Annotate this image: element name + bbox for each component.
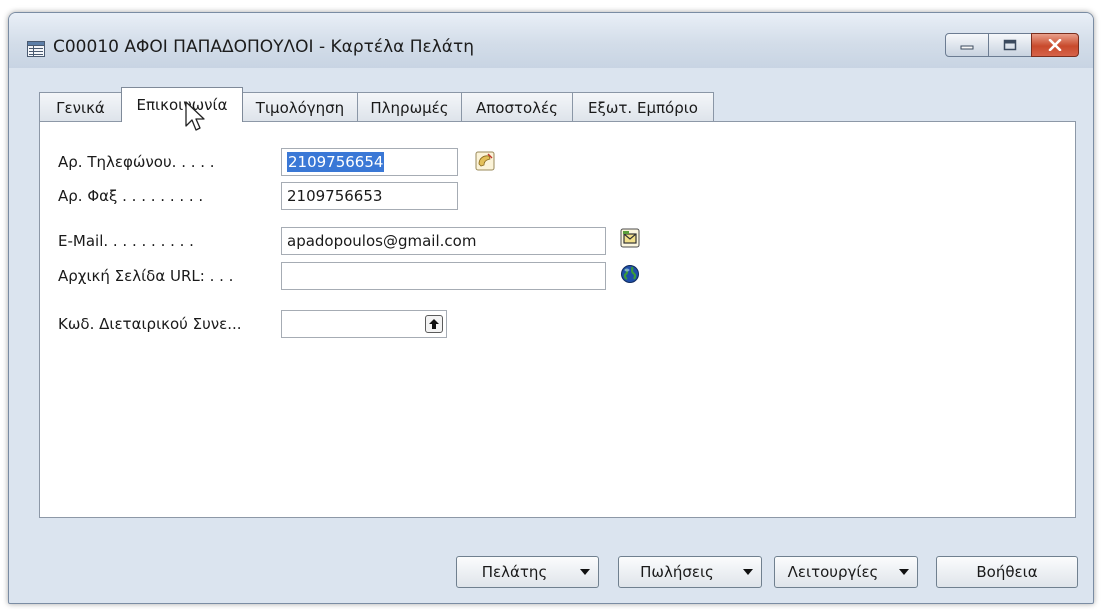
customer-menu-button[interactable]: Πελάτης [456,556,599,588]
functions-menu-button[interactable]: Λειτουργίες [774,556,918,588]
email-value: apadopoulos@gmail.com [287,232,477,250]
phone-value: 2109756654 [287,152,385,172]
homepage-field[interactable] [281,262,606,290]
lookup-arrow-icon [429,319,439,329]
email-label: E-Mail. . . . . . . . . . [58,232,194,250]
communication-panel: Αρ. Τηλεφώνου. . . . . 2109756654 Αρ. Φα… [39,121,1076,518]
customer-menu-label: Πελάτης [481,563,548,581]
minimize-icon [960,45,974,50]
ic-partner-label: Κωδ. Διεταιρικού Συνε... [58,315,242,333]
close-icon [1048,39,1062,51]
title-bar[interactable]: C00010 ΑΦΟΙ ΠΑΠΑΔΟΠΟΥΛΟΙ - Καρτέλα Πελάτ… [9,13,1093,68]
lookup-button[interactable] [425,315,443,333]
table-form-icon [27,41,45,57]
chevron-down-icon [891,568,917,576]
mail-envelope-icon[interactable] [620,228,640,248]
tab-communication[interactable]: Επικοινωνία [121,87,243,122]
help-button[interactable]: Βοήθεια [936,556,1078,588]
help-label: Βοήθεια [976,563,1038,581]
window-title: C00010 ΑΦΟΙ ΠΑΠΑΔΟΠΟΥΛΟΙ - Καρτέλα Πελάτ… [53,37,474,57]
tab-general[interactable]: Γενικά [39,92,122,122]
maximize-button[interactable] [988,33,1032,57]
fax-label: Αρ. Φαξ . . . . . . . . . [58,187,204,205]
email-field[interactable]: apadopoulos@gmail.com [281,227,606,255]
phone-dial-icon[interactable] [475,151,495,171]
minimize-button[interactable] [945,33,989,57]
tab-foreign-trade[interactable]: Εξωτ. Εμπόριο [572,92,714,122]
phone-label: Αρ. Τηλεφώνου. . . . . [58,153,215,171]
chevron-down-icon [735,568,761,576]
fax-value: 2109756653 [287,187,383,205]
customer-card-window: C00010 ΑΦΟΙ ΠΑΠΑΔΟΠΟΥΛΟΙ - Καρτέλα Πελάτ… [8,12,1094,604]
window-controls [945,33,1079,59]
chevron-down-icon [572,568,598,576]
fax-field[interactable]: 2109756653 [281,182,458,210]
close-button[interactable] [1031,33,1079,57]
ic-partner-field[interactable] [281,310,447,338]
homepage-label: Αρχική Σελίδα URL: . . . [58,267,234,285]
globe-icon[interactable] [620,264,640,284]
functions-menu-label: Λειτουργίες [787,563,879,581]
phone-field[interactable]: 2109756654 [281,148,458,176]
sales-menu-button[interactable]: Πωλήσεις [618,556,762,588]
tab-shipping[interactable]: Αποστολές [461,92,573,122]
maximize-icon [1003,39,1017,51]
tab-invoicing[interactable]: Τιμολόγηση [242,92,358,122]
tab-payments[interactable]: Πληρωμές [357,92,462,122]
sales-menu-label: Πωλήσεις [640,563,714,581]
mouse-cursor-icon [185,101,205,131]
